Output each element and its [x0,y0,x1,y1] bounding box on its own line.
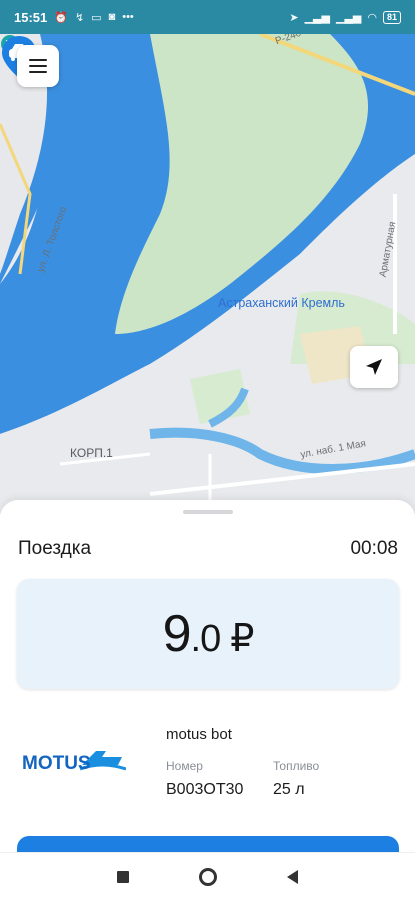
logo-text: MOTUS [22,753,91,774]
kremlin-label: Астраханский Кремль [218,296,345,310]
map-view[interactable]: Р-240 ул. Л. Толстого Арматурная ул. наб… [0,34,415,514]
motus-logo: MOTUS [22,751,126,774]
price-integer: 9 [162,605,192,663]
trip-price: 9 .0 ₽ [162,604,255,664]
trip-title: Поездка [18,538,92,559]
menu-icon-bar [29,71,47,73]
sheet-grabber[interactable] [183,510,233,514]
menu-icon-bar [29,65,47,67]
system-nav-bar [0,852,415,900]
chat-icon: ◙ [108,11,116,23]
fuel-label: Топливо [273,759,320,773]
recent-apps-icon[interactable] [117,870,129,883]
trip-bottom-sheet: Поездка 00:08 9 .0 ₽ MOTUS motus bot Ном… [0,500,415,866]
plate-number-value: В003ОТ30 [166,781,244,798]
price-card: 9 .0 ₽ [17,579,399,689]
home-icon[interactable] [199,867,217,886]
menu-button[interactable] [17,45,59,87]
vehicle-name: motus bot [166,726,232,743]
currency-symbol: ₽ [230,618,254,660]
trip-duration: 00:08 [350,538,398,559]
battery-icon: 81 [382,10,401,24]
message-icon: ▭ [91,11,102,24]
wifi-icon: ◠ [367,11,377,24]
status-bar: 15:51 ⏰ ↯ ▭ ◙ ••• ➤ ▁▃▅ ▁▃▅ ◠ 81 [0,0,415,34]
location-icon: ➤ [289,11,299,24]
locate-me-button[interactable] [350,346,398,388]
price-decimal: .0 [190,618,222,660]
navigation-arrow-icon [366,359,382,375]
plate-number-label: Номер [166,759,203,773]
signal-icon-2: ▁▃▅ [335,11,362,24]
more-notifications-icon: ••• [122,11,134,23]
menu-icon-bar [29,59,47,61]
call-icon: ↯ [74,11,85,24]
status-time: 15:51 [14,9,48,25]
back-icon[interactable] [287,869,298,884]
fuel-value: 25 л [273,781,305,798]
district-label: КОРП.1 [70,446,113,460]
signal-icon: ▁▃▅ [304,11,330,24]
alarm-icon: ⏰ [54,11,68,24]
